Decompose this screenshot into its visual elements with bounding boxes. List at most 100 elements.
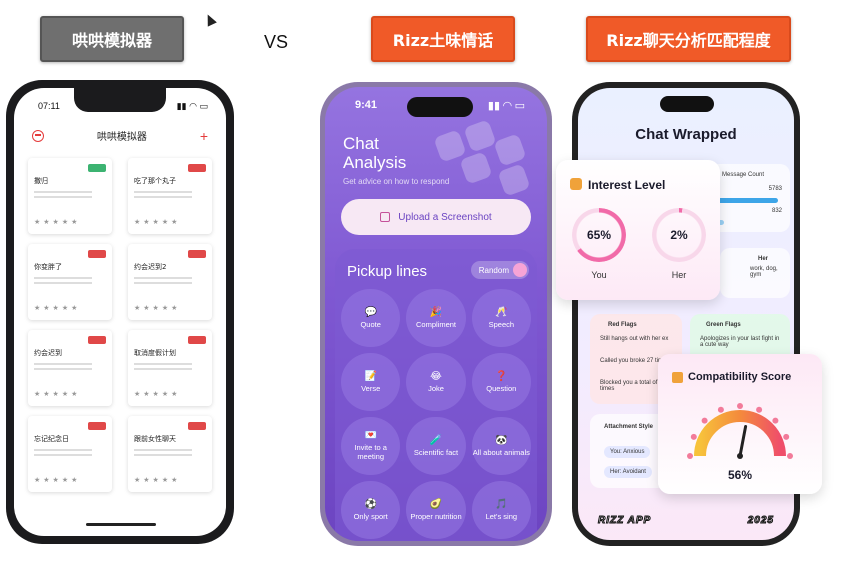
pickup-lines-title: Pickup lines [347, 263, 428, 280]
question-icon: ❓ [495, 370, 508, 382]
phone-1-screen: 07:11 ▮▮ ◠ ▭ 哄哄模拟器 + 撒归 ★★★★★ 吃了那个丸子 ★★★★★… [14, 88, 226, 536]
status-badge [188, 422, 206, 430]
glasses-toast-icon: 🥂 [495, 306, 508, 318]
status-badge [188, 336, 206, 344]
crop-icon [380, 212, 391, 222]
her-interest-ring: 2% [652, 208, 706, 262]
heart-dot-icon [787, 453, 793, 459]
category-speech[interactable]: 🥂 Speech [471, 289, 531, 347]
label-rizz-chat-analysis: Rizz聊天分析匹配程度 [586, 16, 791, 62]
rating-stars: ★★★★★ [34, 219, 81, 226]
rating-stars: ★★★★★ [34, 391, 81, 398]
compatibility-title: Compatibility Score [688, 371, 792, 383]
love-letter-icon: 💌 [364, 430, 377, 441]
attachment-title: Attachment Style [604, 424, 654, 430]
rating-stars: ★★★★★ [134, 305, 181, 312]
upload-screenshot-button[interactable]: Upload a Screenshot [341, 199, 531, 235]
app-title: 哄哄模拟器 [96, 132, 147, 143]
scenario-card[interactable]: 吃了那个丸子 ★★★★★ [128, 158, 212, 234]
laughing-face-icon: 😂 [430, 370, 442, 382]
her-label: Her [758, 256, 769, 262]
you-interest-ring: 65% [572, 208, 626, 262]
scenario-card[interactable]: 取消度假计划 ★★★★★ [128, 330, 212, 406]
status-badge [88, 250, 106, 258]
category-question[interactable]: ❓ Question [471, 353, 531, 411]
category-animals[interactable]: 🐼 All about animals [471, 417, 531, 475]
speech-bubble-icon: 💬 [364, 306, 377, 318]
avocado-icon: 🥑 [429, 498, 443, 510]
scenario-card[interactable]: 跟前女性聊天 ★★★★★ [128, 416, 212, 492]
chat-analysis-subtitle: Get advice on how to respond [343, 177, 450, 186]
her-attachment: Her: Avoidant [604, 466, 652, 478]
category-sing[interactable]: 🎵 Let's sing [471, 481, 531, 539]
random-button[interactable]: Random [470, 261, 529, 279]
category-joke[interactable]: 😂 Joke [406, 353, 466, 411]
her-topics: work, dog, gym [750, 266, 778, 278]
status-time: 07:11 [38, 101, 60, 111]
scenario-title: 你变胖了 [34, 263, 62, 271]
count-value-1: 5783 [768, 186, 782, 192]
category-quote[interactable]: 💬 Quote [341, 289, 401, 347]
category-sport[interactable]: ⚽ Only sport [341, 481, 401, 539]
home-indicator [86, 523, 156, 526]
test-tube-icon: 🧪 [429, 434, 443, 446]
shuffle-icon [513, 263, 527, 277]
heart-dot-icon [701, 417, 708, 424]
chat-wrapped-title: Chat Wrapped [635, 126, 737, 143]
heart-dot-icon [717, 406, 724, 413]
status-badge [88, 164, 106, 172]
rating-stars: ★★★★★ [34, 477, 81, 484]
scenario-card[interactable]: 忘记纪念日 ★★★★★ [28, 416, 112, 492]
ball-icon: ⚽ [364, 498, 377, 510]
green-flag-item: Apologizes in your last fight in a cute … [700, 336, 780, 348]
label-rizz-pickup-lines: Rizz土味情话 [371, 16, 515, 62]
her-label: Her [671, 270, 687, 280]
scenario-card[interactable]: 撒归 ★★★★★ [28, 158, 112, 234]
her-interest-value: 2% [670, 228, 688, 242]
scenario-card[interactable]: 约会迟到2 ★★★★★ [128, 244, 212, 320]
rating-stars: ★★★★★ [34, 305, 81, 312]
scenario-title: 取消度假计划 [134, 349, 176, 357]
mouse-cursor-icon [203, 12, 217, 27]
scenario-card[interactable]: 你变胖了 ★★★★★ [28, 244, 112, 320]
heart-dot-icon [772, 417, 779, 424]
pickup-lines-panel: Pickup lines Random 💬 Quote 🎉 Compliment 🥂… [335, 249, 537, 541]
gauge-needle [738, 425, 748, 458]
category-science[interactable]: 🧪 Scientific fact [406, 417, 466, 475]
rating-stars: ★★★★★ [134, 477, 181, 484]
status-bar: 07:11 ▮▮ ◠ ▭ [38, 101, 208, 112]
interest-level-card: Interest Level 65% 2% You Her [556, 160, 720, 300]
scenario-title: 吃了那个丸子 [134, 177, 176, 185]
status-bar: 9:41 ▮▮ ◠ ▭ [355, 99, 525, 112]
scenario-card[interactable]: 约会迟到 ★★★★★ [28, 330, 112, 406]
heart-dot-icon [783, 433, 790, 440]
category-invite[interactable]: 💌 Invite to a meeting [341, 417, 401, 475]
scenario-title: 忘记纪念日 [34, 435, 69, 443]
memo-icon: 📝 [364, 370, 377, 382]
rating-stars: ★★★★★ [134, 391, 181, 398]
chat-analysis-title: Chat Analysis [343, 134, 407, 172]
add-icon[interactable]: + [200, 129, 208, 143]
label-hong-hong-simulator: 哄哄模拟器 [40, 16, 184, 62]
category-compliment[interactable]: 🎉 Compliment [406, 289, 466, 347]
compatibility-score-card: Compatibility Score 56% [658, 354, 822, 494]
rating-stars: ★★★★★ [134, 219, 181, 226]
music-note-icon: 🎵 [495, 498, 508, 510]
upload-label: Upload a Screenshot [398, 211, 492, 223]
compatibility-gauge [687, 403, 793, 459]
status-badge [88, 336, 106, 344]
app-header: 哄哄模拟器 + [32, 128, 208, 143]
scenario-title: 约会迟到2 [134, 263, 167, 271]
sparkle-icon [672, 372, 683, 383]
you-interest-value: 65% [586, 228, 612, 242]
red-flags-title: Red Flags [608, 322, 637, 328]
rizz-app-logo: RIZZ APP [597, 515, 652, 527]
category-nutrition[interactable]: 🥑 Proper nutrition [406, 481, 466, 539]
app-footer: RIZZ APP 2025 [597, 515, 774, 527]
minus-circle-icon[interactable] [32, 129, 44, 142]
you-label: You [591, 270, 607, 280]
scenario-title: 约会迟到 [34, 349, 62, 357]
category-verse[interactable]: 📝 Verse [341, 353, 401, 411]
heart-icon [570, 178, 582, 190]
green-flags-title: Green Flags [706, 322, 741, 328]
